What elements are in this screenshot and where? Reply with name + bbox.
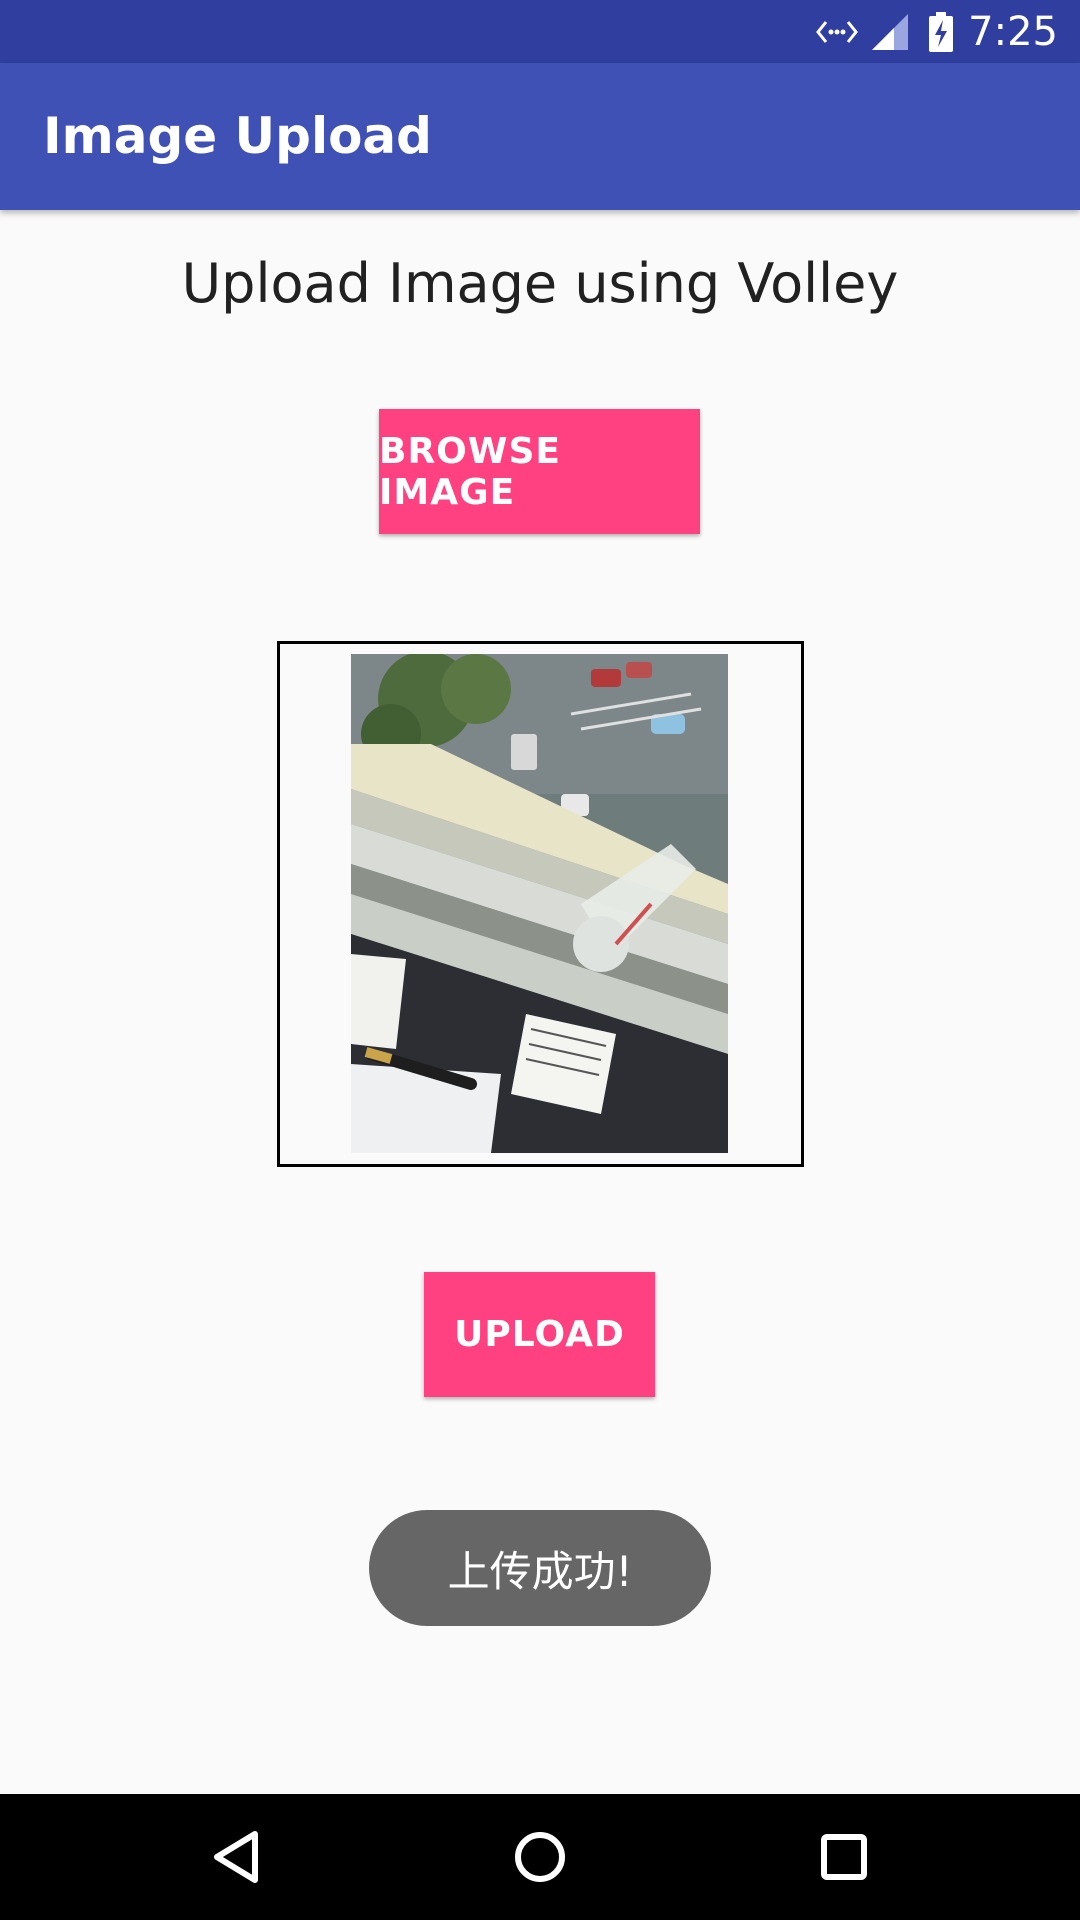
back-button[interactable] xyxy=(166,1794,306,1920)
home-icon xyxy=(515,1832,565,1882)
image-preview xyxy=(351,654,728,1153)
status-bar: 7:25 xyxy=(0,0,1080,63)
image-preview-frame xyxy=(277,641,804,1167)
home-button[interactable] xyxy=(470,1794,610,1920)
upload-button[interactable]: UPLOAD xyxy=(424,1272,655,1397)
recents-button[interactable] xyxy=(774,1794,914,1920)
battery-charging-icon xyxy=(928,11,954,52)
app-bar: Image Upload xyxy=(0,63,1080,210)
status-time: 7:25 xyxy=(968,8,1058,55)
recents-icon xyxy=(821,1834,867,1880)
status-icons: 7:25 xyxy=(814,0,1080,63)
browse-image-button[interactable]: BROWSE IMAGE xyxy=(379,409,700,534)
back-icon xyxy=(214,1831,258,1883)
nav-bar xyxy=(0,1794,1080,1920)
page-heading: Upload Image using Volley xyxy=(181,252,899,315)
cell-signal-icon xyxy=(870,12,910,52)
toast-message: 上传成功! xyxy=(369,1510,711,1626)
data-transfer-icon xyxy=(814,17,860,47)
app-title: Image Upload xyxy=(43,107,432,165)
